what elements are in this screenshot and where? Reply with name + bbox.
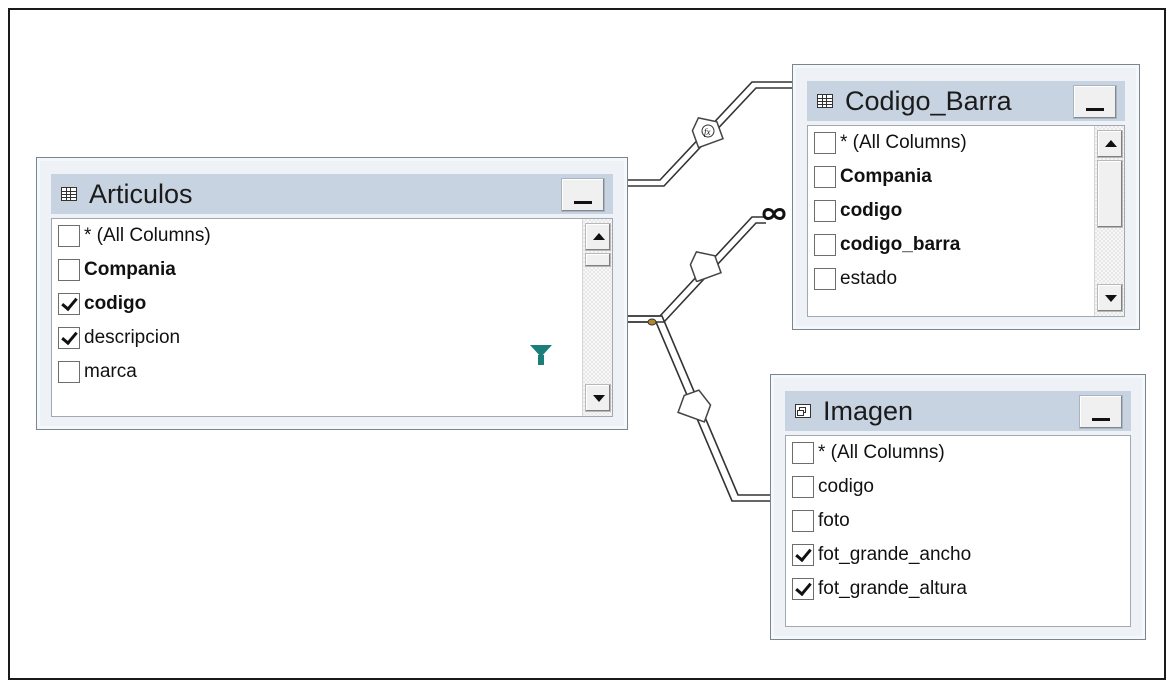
table-title-bar[interactable]: Imagen <box>785 391 1131 431</box>
column-label: Compania <box>840 166 932 187</box>
column-checkbox[interactable] <box>58 225 80 247</box>
column-label: * (All Columns) <box>818 442 945 463</box>
function-icon: fx <box>691 117 724 149</box>
column-label: codigo <box>84 293 147 314</box>
column-label: marca <box>84 361 137 382</box>
table-codigo-barra[interactable]: Codigo_Barra * (All Columns) Compania co… <box>792 64 1140 330</box>
column-checkbox-checked[interactable] <box>58 293 80 315</box>
join-diamond-icon <box>689 251 722 283</box>
column-label: foto <box>818 510 850 531</box>
table-title-bar[interactable]: Articulos <box>51 174 613 214</box>
table-title: Imagen <box>823 395 914 426</box>
column-label: * (All Columns) <box>840 132 967 153</box>
column-checkbox[interactable] <box>792 476 814 498</box>
column-checkbox-checked[interactable] <box>792 544 814 566</box>
column-row-compania[interactable]: Compania <box>58 255 176 285</box>
scroll-thumb[interactable] <box>585 253 611 267</box>
column-row-estado[interactable]: estado <box>814 264 897 294</box>
infinity-icon <box>762 208 786 220</box>
column-row-all[interactable]: * (All Columns) <box>792 438 945 468</box>
column-row-codigo[interactable]: codigo <box>792 472 874 502</box>
join-diamond-icon <box>677 389 712 423</box>
minimize-button[interactable] <box>1073 85 1117 119</box>
column-label: codigo_barra <box>840 234 961 255</box>
column-list[interactable]: * (All Columns) Compania codigo codigo_b… <box>807 125 1125 317</box>
scroll-thumb[interactable] <box>1097 160 1123 228</box>
vertical-scrollbar[interactable] <box>582 219 612 416</box>
column-checkbox[interactable] <box>814 166 836 188</box>
column-label: estado <box>840 268 898 289</box>
column-checkbox-checked[interactable] <box>58 327 80 349</box>
table-title: Articulos <box>89 178 193 209</box>
minimize-button[interactable] <box>1079 395 1123 429</box>
column-checkbox-checked[interactable] <box>792 578 814 600</box>
key-connector-marker <box>647 314 657 326</box>
table-title-bar[interactable]: Codigo_Barra <box>807 81 1125 121</box>
column-row-all[interactable]: * (All Columns) <box>814 128 967 158</box>
column-checkbox[interactable] <box>58 259 80 281</box>
column-row-compania[interactable]: Compania <box>814 162 932 192</box>
join-infinity-marker[interactable] <box>758 204 790 224</box>
column-checkbox[interactable] <box>792 510 814 532</box>
column-list[interactable]: * (All Columns) codigo foto fot_grande_a… <box>785 435 1131 627</box>
column-label: Compania <box>84 259 176 280</box>
scroll-up-button[interactable] <box>585 223 611 251</box>
table-icon <box>61 187 77 201</box>
join-diamond-marker-2[interactable] <box>676 384 716 424</box>
column-label: * (All Columns) <box>84 225 211 246</box>
column-row-marca[interactable]: marca <box>58 357 137 387</box>
svg-text:fx: fx <box>704 127 711 137</box>
column-label: fot_grande_ancho <box>818 544 972 565</box>
column-checkbox[interactable] <box>58 361 80 383</box>
vertical-scrollbar[interactable] <box>1094 126 1124 316</box>
column-checkbox[interactable] <box>814 268 836 290</box>
join-diamond-marker[interactable] <box>686 246 722 283</box>
column-list[interactable]: * (All Columns) Compania codigo descripc… <box>51 218 613 417</box>
column-row-fot-grande-ancho[interactable]: fot_grande_ancho <box>792 540 971 570</box>
table-imagen[interactable]: Imagen * (All Columns) codigo foto fot_g… <box>770 374 1146 640</box>
column-label: fot_grande_altura <box>818 578 967 599</box>
column-row-fot-grande-altura[interactable]: fot_grande_altura <box>792 574 967 604</box>
scroll-down-button[interactable] <box>585 384 611 412</box>
column-label: codigo <box>840 200 903 221</box>
column-row-foto[interactable]: foto <box>792 506 850 536</box>
join-function-marker[interactable]: fx <box>688 112 724 149</box>
filter-icon <box>530 345 552 365</box>
scroll-down-button[interactable] <box>1097 284 1123 312</box>
column-checkbox[interactable] <box>792 442 814 464</box>
column-row-codigo[interactable]: codigo <box>814 196 902 226</box>
column-row-codigo-barra[interactable]: codigo_barra <box>814 230 960 260</box>
column-label: codigo <box>818 476 874 497</box>
column-row-all[interactable]: * (All Columns) <box>58 221 211 251</box>
table-icon <box>817 94 833 108</box>
column-row-descripcion[interactable]: descripcion <box>58 323 180 353</box>
column-checkbox[interactable] <box>814 132 836 154</box>
column-checkbox[interactable] <box>814 234 836 256</box>
table-articulos[interactable]: Articulos * (All Columns) Compania codig… <box>36 157 628 430</box>
column-label: descripcion <box>84 327 181 348</box>
column-row-codigo[interactable]: codigo <box>58 289 146 319</box>
view-icon <box>795 404 811 418</box>
table-title: Codigo_Barra <box>845 85 1012 116</box>
scroll-up-button[interactable] <box>1097 130 1123 158</box>
key-icon <box>647 318 657 326</box>
minimize-button[interactable] <box>561 178 605 212</box>
column-checkbox[interactable] <box>814 200 836 222</box>
